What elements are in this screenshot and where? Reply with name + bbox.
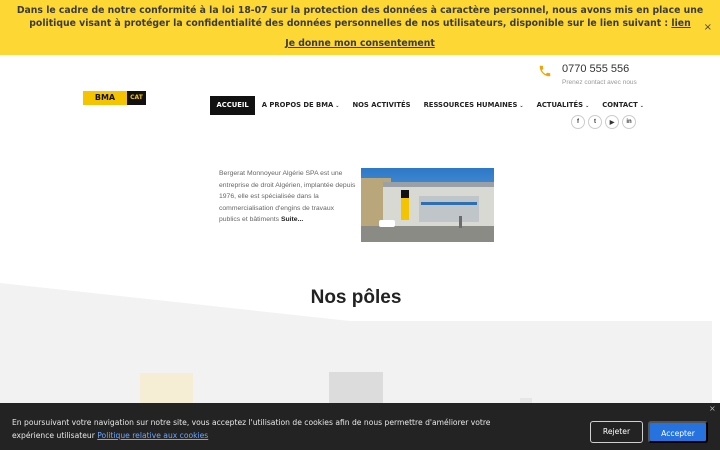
gdpr-close-icon[interactable]: × bbox=[704, 22, 712, 33]
gdpr-policy-link[interactable]: lien bbox=[671, 18, 690, 29]
pole-card-image[interactable] bbox=[329, 372, 383, 403]
gdpr-consent-link[interactable]: Je donne mon consentement bbox=[0, 38, 720, 49]
cookie-message: En poursuivant votre navigation sur notr… bbox=[12, 418, 491, 440]
nav-item-activites[interactable]: NOS ACTIVITÉS bbox=[346, 96, 417, 115]
chevron-down-icon: ⌄ bbox=[335, 103, 340, 109]
cookie-policy-link[interactable]: Politique relative aux cookies bbox=[97, 431, 208, 440]
poles-heading: Nos pôles bbox=[310, 287, 402, 308]
nav-item-actualites[interactable]: ACTUALITÉS ⌄ bbox=[530, 96, 596, 115]
nav-item-contact[interactable]: CONTACT ⌄ bbox=[596, 96, 651, 115]
nav-item-accueil[interactable]: ACCUEIL bbox=[210, 96, 256, 115]
cookie-close-icon[interactable]: × bbox=[709, 404, 716, 413]
social-links: f t ▶ in bbox=[571, 115, 636, 129]
nav-item-a-propos[interactable]: A PROPOS DE BMA ⌄ bbox=[255, 96, 346, 115]
pole-card-image[interactable] bbox=[140, 373, 193, 403]
linkedin-icon[interactable]: in bbox=[622, 115, 636, 129]
bma-cat-logo[interactable]: BMA CAT bbox=[83, 91, 146, 105]
phone-number[interactable]: 0770 555 556 bbox=[562, 63, 629, 75]
chevron-down-icon: ⌄ bbox=[519, 103, 524, 109]
chevron-down-icon: ⌄ bbox=[639, 103, 644, 109]
youtube-icon[interactable]: ▶ bbox=[605, 115, 619, 129]
main-nav: ACCUEIL A PROPOS DE BMA ⌄ NOS ACTIVITÉS R… bbox=[210, 96, 650, 115]
facebook-icon[interactable]: f bbox=[571, 115, 585, 129]
cookie-bar: En poursuivant votre navigation sur notr… bbox=[0, 403, 720, 450]
nav-item-rh[interactable]: RESSOURCES HUMAINES ⌄ bbox=[417, 96, 530, 115]
logo-bma-text: BMA bbox=[83, 91, 127, 105]
read-more-link[interactable]: Suite... bbox=[281, 216, 303, 223]
about-text: Bergerat Monnoyeur Algérie SPA est une e… bbox=[219, 170, 356, 223]
contact-subtitle: Prenez contact avec nous bbox=[562, 79, 637, 86]
accept-button[interactable]: Accepter bbox=[648, 421, 708, 443]
gdpr-message: Dans le cadre de notre conformité à la l… bbox=[16, 5, 704, 29]
reject-button[interactable]: Rejeter bbox=[590, 421, 643, 443]
gdpr-banner: Dans le cadre de notre conformité à la l… bbox=[0, 0, 720, 55]
chevron-down-icon: ⌄ bbox=[585, 103, 590, 109]
logo-cat-text: CAT bbox=[127, 91, 146, 105]
site-header: BMA CAT 0770 555 556 Prenez contact avec… bbox=[0, 55, 720, 135]
company-building-photo bbox=[361, 168, 494, 242]
phone-icon bbox=[539, 65, 551, 77]
twitter-icon[interactable]: t bbox=[588, 115, 602, 129]
